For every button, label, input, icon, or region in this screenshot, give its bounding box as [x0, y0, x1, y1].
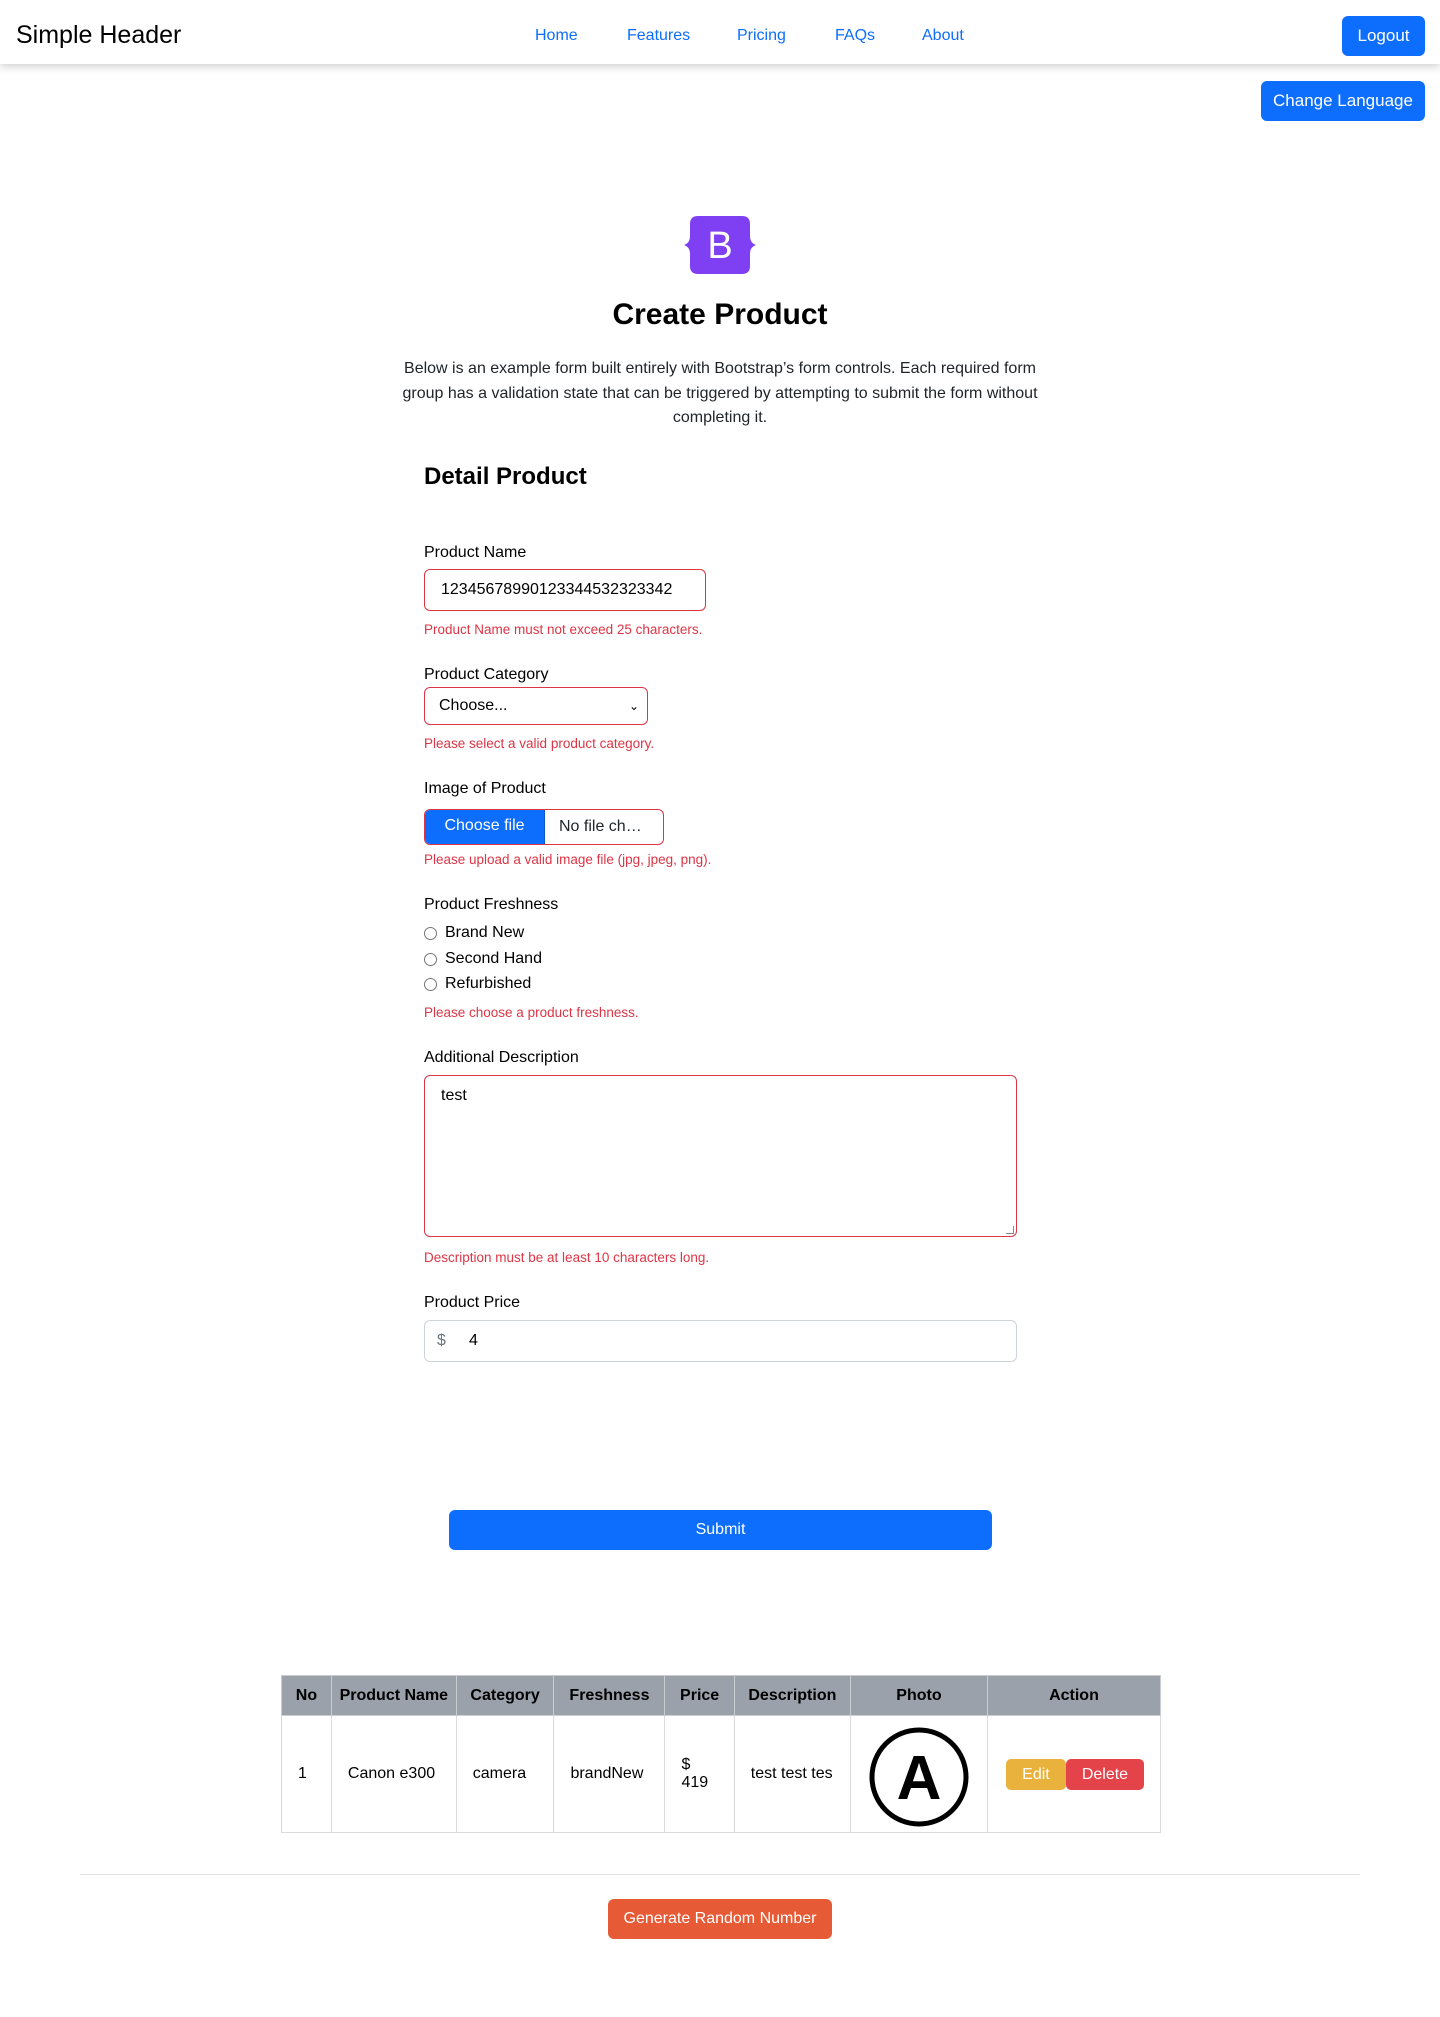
column-header: Freshness — [553, 1675, 666, 1716]
product-name-label: Product Name — [424, 544, 527, 561]
choose-file-button[interactable]: Choose file — [425, 810, 545, 844]
price-input[interactable]: 4 — [457, 1332, 478, 1350]
edit-button[interactable]: Edit — [1005, 1758, 1066, 1790]
logo-letter: B — [707, 225, 732, 267]
column-header: Action — [986, 1675, 1162, 1716]
freshness-label: Product Freshness — [424, 896, 559, 913]
image-file-input[interactable]: Choose file No file ch… — [424, 809, 664, 845]
radio-circle-icon[interactable] — [424, 977, 437, 991]
delete-button[interactable]: Delete — [1065, 1758, 1144, 1790]
chevron-down-icon: ⌄ — [628, 699, 639, 713]
products-table: No Product Name Category Freshness Price… — [281, 1675, 1162, 1833]
description-error: Description must be at least 10 characte… — [424, 1250, 710, 1265]
file-name-text: No file ch… — [559, 818, 642, 835]
section-title: Detail Product — [424, 463, 587, 490]
cell-action: Edit Delete — [986, 1715, 1162, 1833]
table-row: 1 Canon e300 camera brandNew $ 419 test … — [281, 1715, 1162, 1833]
radio-brand-new[interactable]: Brand New — [424, 922, 524, 944]
product-category-label: Product Category — [424, 666, 549, 683]
resize-handle-icon[interactable] — [1006, 1226, 1014, 1234]
column-header: Price — [664, 1675, 735, 1716]
cell-no: 1 — [281, 1715, 332, 1833]
column-header: No — [281, 1675, 332, 1716]
nav-link-about[interactable]: About — [922, 25, 964, 47]
product-photo-image: A — [869, 1727, 969, 1827]
cell-description: test test tes — [733, 1715, 851, 1833]
column-header: Photo — [849, 1675, 988, 1716]
radio-circle-icon[interactable] — [424, 952, 437, 966]
cell-freshness: brandNew — [553, 1715, 666, 1833]
nav-link-pricing[interactable]: Pricing — [737, 25, 786, 47]
radio-refurbished[interactable]: Refurbished — [424, 973, 531, 995]
cell-photo: A — [849, 1715, 988, 1833]
price-label: Product Price — [424, 1294, 521, 1311]
change-language-button[interactable]: Change Language — [1261, 81, 1425, 121]
freshness-error: Please choose a product freshness. — [424, 1005, 639, 1020]
column-header: Description — [733, 1675, 851, 1716]
description-value: test — [441, 1087, 467, 1104]
product-category-selected: Choose... — [439, 697, 508, 714]
bootstrap-logo: B — [684, 216, 756, 274]
cell-price: $ 419 — [664, 1715, 735, 1833]
product-category-select[interactable]: Choose... ⌄ — [424, 687, 648, 725]
product-category-error: Please select a valid product category. — [424, 736, 655, 751]
photo-letter: A — [897, 1744, 942, 1813]
nav-links: Home Features Pricing FAQs About — [0, 25, 1440, 47]
action-buttons: Edit Delete — [1004, 1716, 1144, 1832]
image-error: Please upload a valid image file (jpg, j… — [424, 852, 712, 867]
dollar-prefix: $ — [437, 1332, 446, 1349]
table-header-row: No Product Name Category Freshness Price… — [281, 1675, 1162, 1716]
column-header: Category — [455, 1675, 555, 1716]
generate-random-number-button[interactable]: Generate Random Number — [608, 1899, 832, 1939]
description-label: Additional Description — [424, 1049, 579, 1066]
image-label: Image of Product — [424, 780, 546, 797]
radio-label: Brand New — [445, 924, 525, 941]
page-title: Create Product — [612, 298, 828, 331]
nav-link-features[interactable]: Features — [627, 25, 690, 47]
submit-button[interactable]: Submit — [449, 1510, 992, 1550]
divider — [80, 1874, 1360, 1875]
radio-second-hand[interactable]: Second Hand — [424, 948, 542, 970]
cell-category: camera — [455, 1715, 555, 1833]
nav-link-faqs[interactable]: FAQs — [835, 25, 875, 47]
top-navbar: Simple Header Home Features Pricing FAQs… — [0, 0, 1440, 64]
lead-text: Below is an example form built entirely … — [402, 360, 1038, 426]
radio-label: Second Hand — [445, 950, 542, 967]
product-name-input[interactable]: 1234567899012334453232334​2 — [424, 569, 706, 611]
logout-button[interactable]: Logout — [1342, 16, 1425, 56]
column-header: Product Name — [330, 1675, 457, 1716]
price-input-group[interactable]: $ 4 — [424, 1320, 1017, 1362]
description-textarea[interactable]: test — [424, 1075, 1017, 1237]
nav-link-home[interactable]: Home — [535, 25, 578, 47]
product-name-error: Product Name must not exceed 25 characte… — [424, 622, 703, 637]
radio-label: Refurbished — [445, 975, 532, 992]
radio-circle-icon[interactable] — [424, 926, 437, 940]
cell-product-name: Canon e300 — [330, 1715, 457, 1833]
